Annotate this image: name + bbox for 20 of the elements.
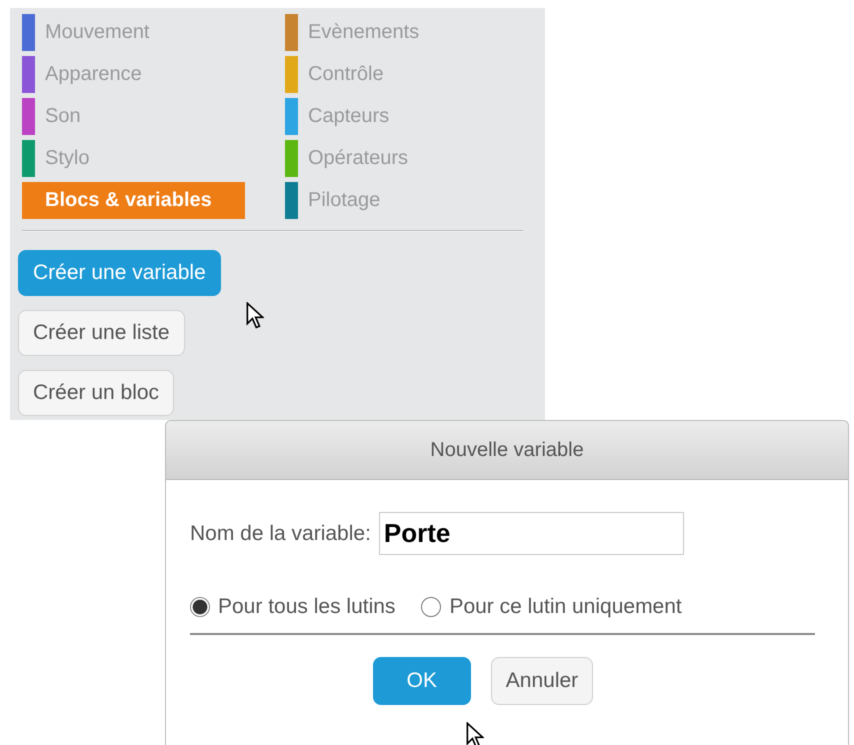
scope-radio[interactable]: Pour tous les lutins	[190, 595, 396, 619]
scope-radio[interactable]: Pour ce lutin uniquement	[421, 595, 682, 619]
pointer-icon	[246, 302, 264, 330]
category-item[interactable]: Apparence	[22, 56, 245, 93]
category-item[interactable]: Evènements	[285, 14, 508, 51]
category-item[interactable]: Contrôle	[285, 56, 508, 93]
dialog-button[interactable]: Annuler	[490, 657, 594, 705]
input-field[interactable]: Porte	[378, 512, 684, 555]
field-label: Nom de la variable:	[190, 522, 371, 546]
category-item[interactable]: Capteurs	[285, 98, 508, 135]
category-item[interactable]: Pilotage	[285, 182, 508, 219]
category-item[interactable]: Mouvement	[22, 14, 245, 51]
category-item[interactable]: Opérateurs	[285, 140, 508, 177]
category-item[interactable]: Son	[22, 98, 245, 135]
dialog-title: Nouvelle variable	[166, 421, 848, 480]
create-button[interactable]: Créer une liste	[18, 310, 185, 356]
create-button[interactable]: Créer une variable	[18, 250, 221, 296]
category-item[interactable]: Stylo	[22, 140, 245, 177]
create-button[interactable]: Créer un bloc	[18, 370, 174, 416]
dialog-button[interactable]: OK	[372, 657, 471, 705]
